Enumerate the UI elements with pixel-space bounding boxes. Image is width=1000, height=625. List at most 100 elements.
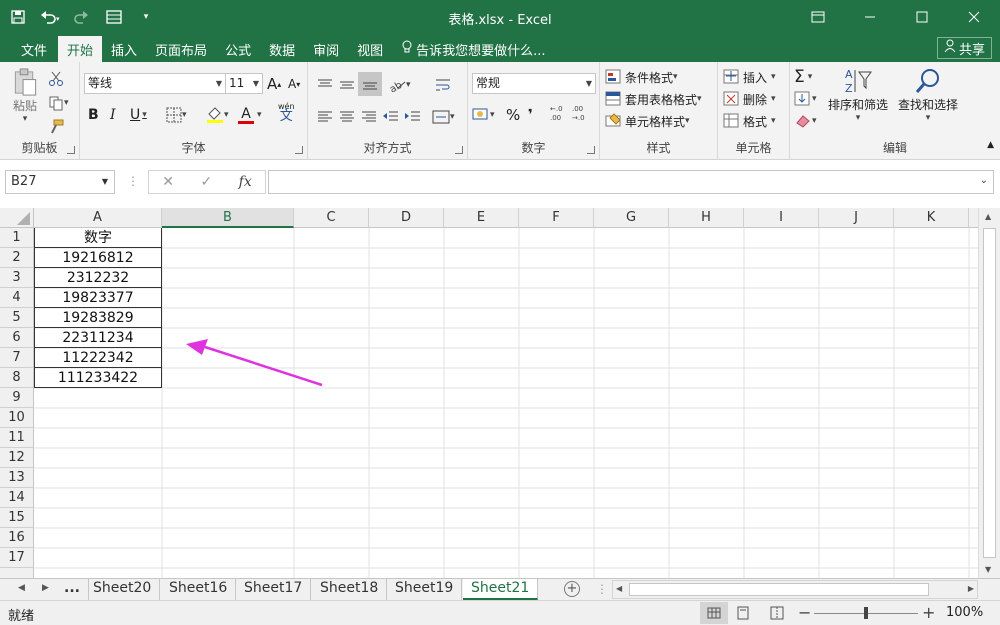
col-header-c[interactable]: C (294, 208, 369, 228)
row-header[interactable]: 8 (0, 368, 34, 388)
row-header[interactable]: 16 (0, 528, 34, 548)
col-header-d[interactable]: D (369, 208, 444, 228)
close-icon[interactable] (948, 0, 1000, 34)
cell-styles-button[interactable]: 单元格样式 ▾ (605, 110, 690, 132)
col-header-f[interactable]: F (519, 208, 594, 228)
row-header[interactable]: 13 (0, 468, 34, 488)
shrink-font-button[interactable]: A ▾ (288, 73, 300, 95)
font-color-dropdown-icon[interactable]: ▾ (257, 104, 262, 126)
cut-icon[interactable] (48, 68, 64, 90)
align-right-icon[interactable] (360, 106, 378, 128)
new-sheet-icon[interactable]: + (564, 581, 580, 597)
cell-a5[interactable]: 19283829 (34, 308, 162, 328)
cell-a1-header[interactable]: 数字 (34, 228, 162, 248)
scroll-up-icon[interactable]: ▲ (985, 212, 991, 221)
fill-icon[interactable]: ▾ (794, 88, 817, 110)
align-center-icon[interactable] (338, 106, 356, 128)
tab-split-grip-icon[interactable]: ⋮ (596, 582, 608, 596)
row-header[interactable]: 15 (0, 508, 34, 528)
cancel-icon[interactable]: ✕ (162, 174, 174, 190)
col-header-l[interactable] (969, 208, 978, 228)
tab-view[interactable]: 视图 (348, 36, 392, 62)
format-painter-icon[interactable] (48, 116, 64, 138)
increase-indent-icon[interactable] (404, 106, 422, 128)
col-header-a[interactable]: A (34, 208, 162, 228)
bold-button[interactable]: B (88, 104, 99, 126)
customize-quick-access-icon[interactable]: ▾ (132, 3, 160, 31)
autosum-button[interactable]: Σ ▾ (794, 66, 812, 88)
font-name-select[interactable]: 等线 ▼ (84, 73, 226, 94)
page-layout-view-icon[interactable] (736, 606, 750, 624)
formula-input[interactable]: ⌄ (268, 170, 994, 194)
row-header[interactable]: 9 (0, 388, 34, 408)
fill-color-icon[interactable]: ▾ (206, 104, 229, 126)
zoom-out-icon[interactable]: − (798, 603, 811, 622)
sheet-tab[interactable]: Sheet17 (236, 579, 312, 600)
italic-button[interactable]: I (110, 104, 116, 126)
row-header[interactable]: 4 (0, 288, 34, 308)
font-color-button[interactable]: A (238, 104, 254, 126)
worksheet-grid[interactable]: A B C D E F G H I J K 1 2 3 4 5 6 7 8 9 … (0, 208, 978, 578)
sheet-tab[interactable]: Sheet16 (161, 579, 237, 600)
row-header[interactable]: 11 (0, 428, 34, 448)
format-as-table-button[interactable]: 套用表格格式 ▾ (605, 88, 702, 110)
undo-icon[interactable]: ▾ (36, 3, 64, 31)
normal-view-icon[interactable] (700, 602, 728, 624)
row-header[interactable]: 3 (0, 268, 34, 288)
row-header[interactable]: 7 (0, 348, 34, 368)
col-header-h[interactable]: H (669, 208, 744, 228)
sort-filter-button[interactable]: AZ 排序和筛选 ▾ (824, 66, 892, 136)
col-header-j[interactable]: J (819, 208, 894, 228)
horizontal-scrollbar[interactable]: ◀ ▶ (612, 580, 978, 599)
share-button[interactable]: 共享 (936, 37, 992, 59)
underline-button[interactable]: U ▾ (130, 104, 147, 126)
orientation-icon[interactable]: ab ▾ (388, 74, 411, 96)
row-header[interactable]: 12 (0, 448, 34, 468)
maximize-icon[interactable] (896, 0, 948, 34)
borders-icon[interactable]: ▾ (166, 104, 187, 126)
zoom-level[interactable]: 100% (946, 605, 983, 620)
number-format-select[interactable]: 常规 ▼ (472, 73, 596, 94)
zoom-in-icon[interactable]: + (922, 603, 935, 622)
clear-icon[interactable]: ▾ (794, 110, 817, 132)
tab-file[interactable]: 文件 (12, 36, 56, 62)
increase-decimal-icon[interactable]: ←.0.00 (550, 102, 570, 124)
col-header-k[interactable]: K (894, 208, 969, 228)
vertical-scroll-thumb[interactable] (983, 228, 996, 558)
tab-review[interactable]: 审阅 (304, 36, 348, 62)
wrap-text-icon[interactable] (434, 74, 452, 96)
row-header[interactable]: 17 (0, 548, 34, 568)
hscroll-left-icon[interactable]: ◀ (616, 584, 622, 593)
cell-a8[interactable]: 111233422 (34, 368, 162, 388)
font-size-select[interactable]: 11 ▼ (225, 73, 263, 94)
accounting-icon[interactable]: ▾ (472, 104, 495, 126)
col-header-e[interactable]: E (444, 208, 519, 228)
format-cells-button[interactable]: 格式 ▾ (723, 110, 776, 132)
cell-a2[interactable]: 19216812 (34, 248, 162, 268)
font-launcher[interactable] (295, 146, 303, 154)
grow-font-button[interactable]: A ▴ (267, 73, 281, 95)
scroll-down-icon[interactable]: ▼ (985, 565, 991, 574)
row-header[interactable]: 1 (0, 228, 34, 248)
merge-center-icon[interactable]: ▾ (432, 106, 455, 128)
percent-button[interactable]: % (506, 104, 520, 126)
insert-function-button[interactable]: fx (239, 174, 252, 190)
sheet-tab[interactable]: Sheet20 (85, 579, 161, 600)
row-header[interactable]: 14 (0, 488, 34, 508)
cell-a6[interactable]: 22311234 (34, 328, 162, 348)
delete-cells-button[interactable]: 删除 ▾ (723, 88, 776, 110)
decrease-indent-icon[interactable] (382, 106, 400, 128)
row-header[interactable]: 2 (0, 248, 34, 268)
comma-button[interactable]: ❜ (528, 104, 533, 126)
align-bottom-icon[interactable] (358, 72, 382, 96)
align-middle-icon[interactable] (338, 74, 356, 96)
col-header-b[interactable]: B (162, 208, 294, 228)
tab-data[interactable]: 数据 (260, 36, 304, 62)
zoom-slider[interactable] (814, 607, 918, 619)
zoom-slider-thumb[interactable] (864, 607, 868, 619)
align-top-icon[interactable] (316, 74, 334, 96)
align-left-icon[interactable] (316, 106, 334, 128)
enter-icon[interactable]: ✓ (200, 174, 212, 190)
cell-a4[interactable]: 19823377 (34, 288, 162, 308)
collapse-ribbon-icon[interactable]: ▲ (987, 134, 994, 156)
